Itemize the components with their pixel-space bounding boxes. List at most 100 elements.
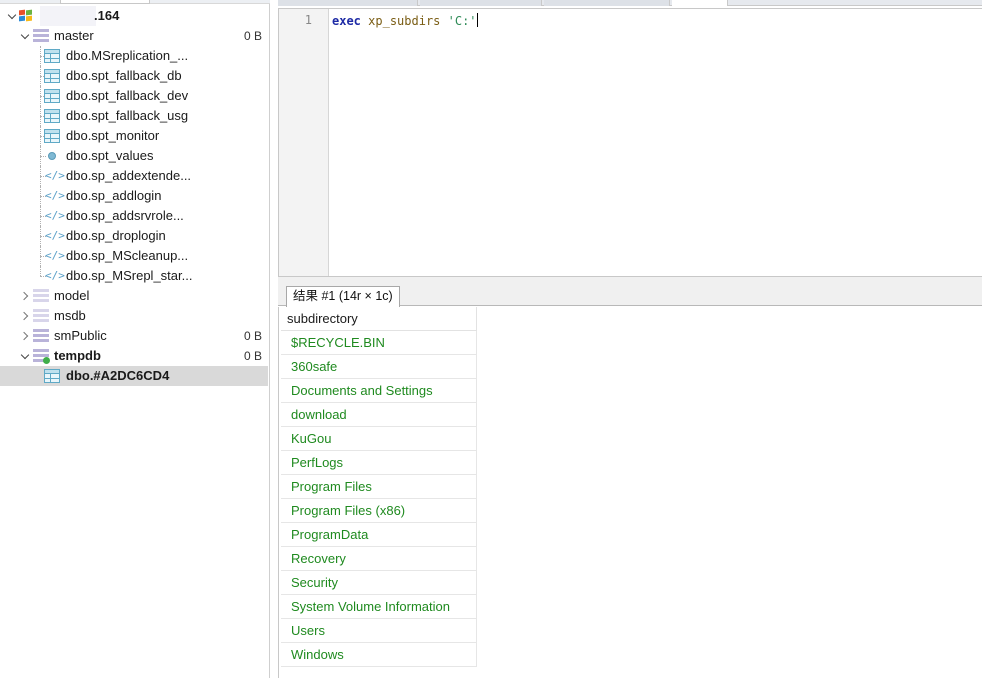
results-tab[interactable]: 结果 #1 (14r × 1c): [286, 286, 400, 307]
tree-node-procedure[interactable]: </> dbo.sp_droplogin: [0, 226, 268, 246]
results-grid[interactable]: subdirectory $RECYCLE.BIN 360safe Document…: [278, 307, 982, 678]
code-function: xp_subdirs: [368, 14, 441, 28]
object-label: dbo.sp_MSrepl_star...: [66, 268, 193, 283]
tree-node-table[interactable]: dbo.spt_fallback_db: [0, 66, 268, 86]
result-cell[interactable]: Program Files: [281, 475, 477, 499]
windows-server-icon: [19, 9, 33, 22]
editor-tab[interactable]: [278, 0, 418, 6]
tree-tab[interactable]: [60, 0, 150, 4]
database-size: 0 B: [243, 349, 262, 363]
chevron-right-icon[interactable]: [20, 306, 32, 326]
object-label: dbo.sp_addsrvrole...: [66, 208, 184, 223]
database-icon: [33, 29, 49, 43]
editor-tab[interactable]: [544, 0, 670, 6]
tree-node-table[interactable]: dbo.spt_monitor: [0, 126, 268, 146]
result-cell[interactable]: Program Files (x86): [281, 499, 477, 523]
tree-node-database-smpublic[interactable]: smPublic 0 B: [0, 326, 268, 346]
result-cell[interactable]: $RECYCLE.BIN: [281, 331, 477, 355]
view-icon: [48, 152, 56, 160]
result-cell[interactable]: Recovery: [281, 547, 477, 571]
object-label: dbo.spt_monitor: [66, 128, 160, 143]
code-line[interactable]: exec xp_subdirs 'C:': [332, 13, 478, 29]
database-icon: [33, 289, 49, 303]
table-icon: [44, 129, 60, 143]
tree-node-procedure[interactable]: </> dbo.sp_addlogin: [0, 186, 268, 206]
result-cell[interactable]: Windows: [281, 643, 477, 667]
line-number: 1: [304, 13, 312, 27]
database-label: master: [54, 28, 94, 43]
tree-tab-strip: [0, 0, 270, 4]
tree-node-database-msdb[interactable]: msdb: [0, 306, 268, 326]
result-cell[interactable]: KuGou: [281, 427, 477, 451]
object-tree-panel: .164 master 0 B model msdb smPublic 0 B …: [0, 0, 270, 678]
database-label: msdb: [54, 308, 86, 323]
connected-check-icon: [43, 357, 50, 364]
tree-node-table[interactable]: dbo.spt_fallback_dev: [0, 86, 268, 106]
result-cell[interactable]: System Volume Information: [281, 595, 477, 619]
chevron-right-icon[interactable]: [20, 286, 32, 306]
database-icon: [33, 309, 49, 323]
database-size: 0 B: [243, 29, 262, 43]
object-label: dbo.sp_MScleanup...: [66, 248, 189, 263]
result-cell[interactable]: Security: [281, 571, 477, 595]
table-icon: [44, 89, 60, 103]
chevron-right-icon[interactable]: [20, 326, 32, 346]
editor-tab-strip: [278, 0, 982, 6]
database-label: tempdb: [54, 348, 101, 363]
tree-node-procedure[interactable]: </> dbo.sp_addextende...: [0, 166, 268, 186]
tree-node-server[interactable]: .164: [0, 6, 268, 26]
result-cell[interactable]: download: [281, 403, 477, 427]
sql-editor[interactable]: 1 exec xp_subdirs 'C:': [278, 8, 982, 276]
object-label: dbo.spt_fallback_usg: [66, 108, 189, 123]
result-cell[interactable]: Users: [281, 619, 477, 643]
table-icon: [44, 49, 60, 63]
result-cell[interactable]: PerfLogs: [281, 451, 477, 475]
results-tab-bar: 结果 #1 (14r × 1c): [278, 284, 982, 307]
object-label: dbo.sp_addlogin: [66, 188, 162, 203]
object-label: dbo.MSreplication_...: [66, 48, 189, 63]
procedure-icon: </>: [45, 189, 65, 202]
result-cell[interactable]: ProgramData: [281, 523, 477, 547]
procedure-icon: </>: [45, 169, 65, 182]
text-caret: [476, 13, 478, 27]
result-cell[interactable]: 360safe: [281, 355, 477, 379]
tree-node-table[interactable]: dbo.MSreplication_...: [0, 46, 268, 66]
object-label: dbo.spt_fallback_dev: [66, 88, 189, 103]
tree-node-procedure[interactable]: </> dbo.sp_addsrvrole...: [0, 206, 268, 226]
procedure-icon: </>: [45, 249, 65, 262]
redacted-host: [40, 6, 96, 26]
result-cell[interactable]: Documents and Settings: [281, 379, 477, 403]
table-icon: [44, 69, 60, 83]
database-icon: [33, 329, 49, 343]
procedure-icon: </>: [45, 209, 65, 222]
chevron-down-icon[interactable]: [20, 346, 32, 366]
procedure-icon: </>: [45, 229, 65, 242]
tree-node-view[interactable]: dbo.spt_values: [0, 146, 268, 166]
procedure-icon: </>: [45, 269, 65, 282]
chevron-down-icon[interactable]: [7, 6, 19, 26]
editor-results-splitter[interactable]: [278, 276, 982, 284]
code-keyword: exec: [332, 14, 361, 28]
object-label: dbo.spt_fallback_db: [66, 68, 182, 83]
tree-node-database-master[interactable]: master 0 B: [0, 26, 268, 46]
tree-node-database-tempdb[interactable]: tempdb 0 B: [0, 346, 268, 366]
table-icon: [44, 369, 60, 383]
editor-tab[interactable]: [420, 0, 542, 6]
server-label: .164: [94, 8, 120, 23]
tree-node-procedure[interactable]: </> dbo.sp_MSrepl_star...: [0, 266, 268, 286]
tree-guide-line: [40, 156, 46, 157]
chevron-down-icon[interactable]: [20, 26, 32, 46]
object-label: dbo.sp_addextende...: [66, 168, 192, 183]
database-label: model: [54, 288, 90, 303]
object-label: dbo.#A2DC6CD4: [66, 368, 170, 383]
tree-guide-line: [40, 266, 41, 276]
tree-node-procedure[interactable]: </> dbo.sp_MScleanup...: [0, 246, 268, 266]
table-icon: [44, 109, 60, 123]
tree-node-table[interactable]: dbo.spt_fallback_usg: [0, 106, 268, 126]
editor-tab-active[interactable]: [672, 0, 728, 6]
object-label: dbo.spt_values: [66, 148, 154, 163]
database-connected-icon: [33, 349, 50, 364]
column-header-subdirectory[interactable]: subdirectory: [281, 307, 477, 331]
tree-node-database-model[interactable]: model: [0, 286, 268, 306]
tree-node-tempdb-table[interactable]: dbo.#A2DC6CD4: [0, 366, 268, 386]
